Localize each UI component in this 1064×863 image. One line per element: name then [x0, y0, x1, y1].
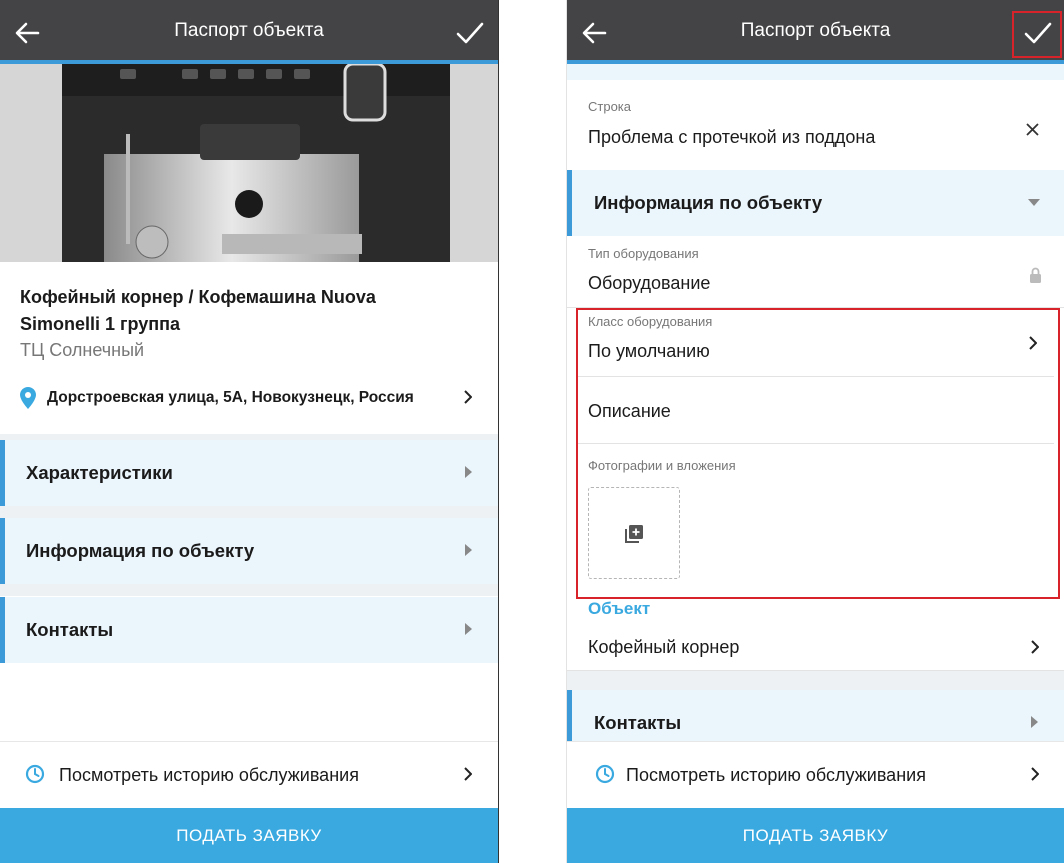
location-pin-icon — [20, 387, 36, 409]
description-field[interactable]: Описание — [567, 377, 1064, 443]
section-label: Характеристики — [26, 462, 173, 483]
page-title: Паспорт объекта — [740, 20, 891, 41]
object-title: Кофейный корнер / Кофемашина Nuova Simon… — [20, 287, 376, 334]
address-text: Дорстроевская улица, 5А, Новокузнецк, Ро… — [47, 389, 414, 406]
clock-icon — [25, 764, 45, 784]
service-history-label: Посмотреть историю обслуживания — [59, 765, 359, 785]
divider — [567, 671, 1064, 690]
service-history-link[interactable]: Посмотреть историю обслуживания — [567, 741, 1064, 808]
object-field[interactable]: Кофейный корнер — [567, 622, 1064, 670]
field-label: Класс оборудования — [588, 314, 713, 329]
section-strip — [567, 64, 1064, 80]
field-value: По умолчанию — [588, 341, 710, 361]
caret-right-icon — [465, 623, 472, 635]
caret-down-icon — [1028, 199, 1040, 206]
section-object-info[interactable]: Информация по объекту — [0, 518, 498, 584]
divider — [0, 584, 498, 596]
equipment-class-field[interactable]: Класс оборудования По умолчанию — [567, 308, 1064, 376]
field-value: Оборудование — [588, 273, 711, 293]
section-contacts[interactable]: Контакты — [0, 597, 498, 663]
service-history-label: Посмотреть историю обслуживания — [626, 765, 926, 785]
section-object-info[interactable]: Информация по объекту — [567, 170, 1064, 236]
chevron-right-icon — [1029, 336, 1037, 350]
field-label: Тип оборудования — [588, 246, 699, 261]
chevron-right-icon — [1031, 767, 1039, 781]
object-location: ТЦ Солнечный — [20, 340, 145, 360]
app-bar: Паспорт объекта — [0, 0, 498, 64]
field-label: Фотографии и вложения — [588, 458, 736, 473]
submit-request-button[interactable]: ПОДАТЬ ЗАЯВКУ — [567, 808, 1064, 863]
add-photo-button[interactable] — [588, 487, 680, 579]
field-value: Кофейный корнер — [588, 637, 740, 657]
section-label: Контакты — [594, 712, 682, 733]
object-heading: Объект — [588, 599, 651, 618]
section-characteristics[interactable]: Характеристики — [0, 440, 498, 506]
chevron-right-icon — [1031, 640, 1039, 654]
chevron-right-icon — [464, 767, 472, 781]
field-label: Строка — [588, 99, 632, 114]
chevron-right-icon — [464, 390, 472, 404]
section-label: Информация по объекту — [26, 540, 255, 561]
clock-icon — [595, 764, 615, 784]
section-contacts[interactable]: Контакты — [567, 690, 1064, 741]
close-icon[interactable] — [1026, 123, 1039, 136]
add-photo-icon — [625, 525, 643, 543]
divider — [0, 506, 498, 518]
check-icon[interactable] — [456, 20, 484, 46]
section-label: Контакты — [26, 619, 114, 640]
right-screen: Паспорт объекта Строка Проблема с протеч… — [566, 0, 1064, 863]
object-photo — [0, 64, 498, 262]
caret-right-icon — [465, 544, 472, 556]
caret-right-icon — [465, 466, 472, 478]
field-placeholder: Описание — [588, 401, 671, 421]
service-history-link[interactable]: Посмотреть историю обслуживания — [0, 741, 498, 808]
left-screen: Паспорт объекта Кофейный корнер / Кофема… — [0, 0, 499, 863]
page-title: Паспорт объекта — [174, 20, 324, 41]
object-header: Кофейный корнер / Кофемашина Nuova Simon… — [0, 262, 498, 434]
address-row[interactable]: Дорстроевская улица, 5А, Новокузнецк, Ро… — [20, 386, 478, 414]
lock-icon — [1030, 267, 1041, 283]
submit-request-button[interactable]: ПОДАТЬ ЗАЯВКУ — [0, 808, 498, 863]
app-bar: Паспорт объекта — [567, 0, 1064, 64]
row-field[interactable]: Строка Проблема с протечкой из поддона — [567, 80, 1064, 168]
section-label: Информация по объекту — [594, 192, 823, 213]
field-value: Проблема с протечкой из поддона — [588, 127, 876, 147]
equipment-type-field: Тип оборудования Оборудование — [567, 237, 1064, 307]
caret-right-icon — [1031, 716, 1038, 728]
check-icon[interactable] — [1024, 20, 1052, 46]
